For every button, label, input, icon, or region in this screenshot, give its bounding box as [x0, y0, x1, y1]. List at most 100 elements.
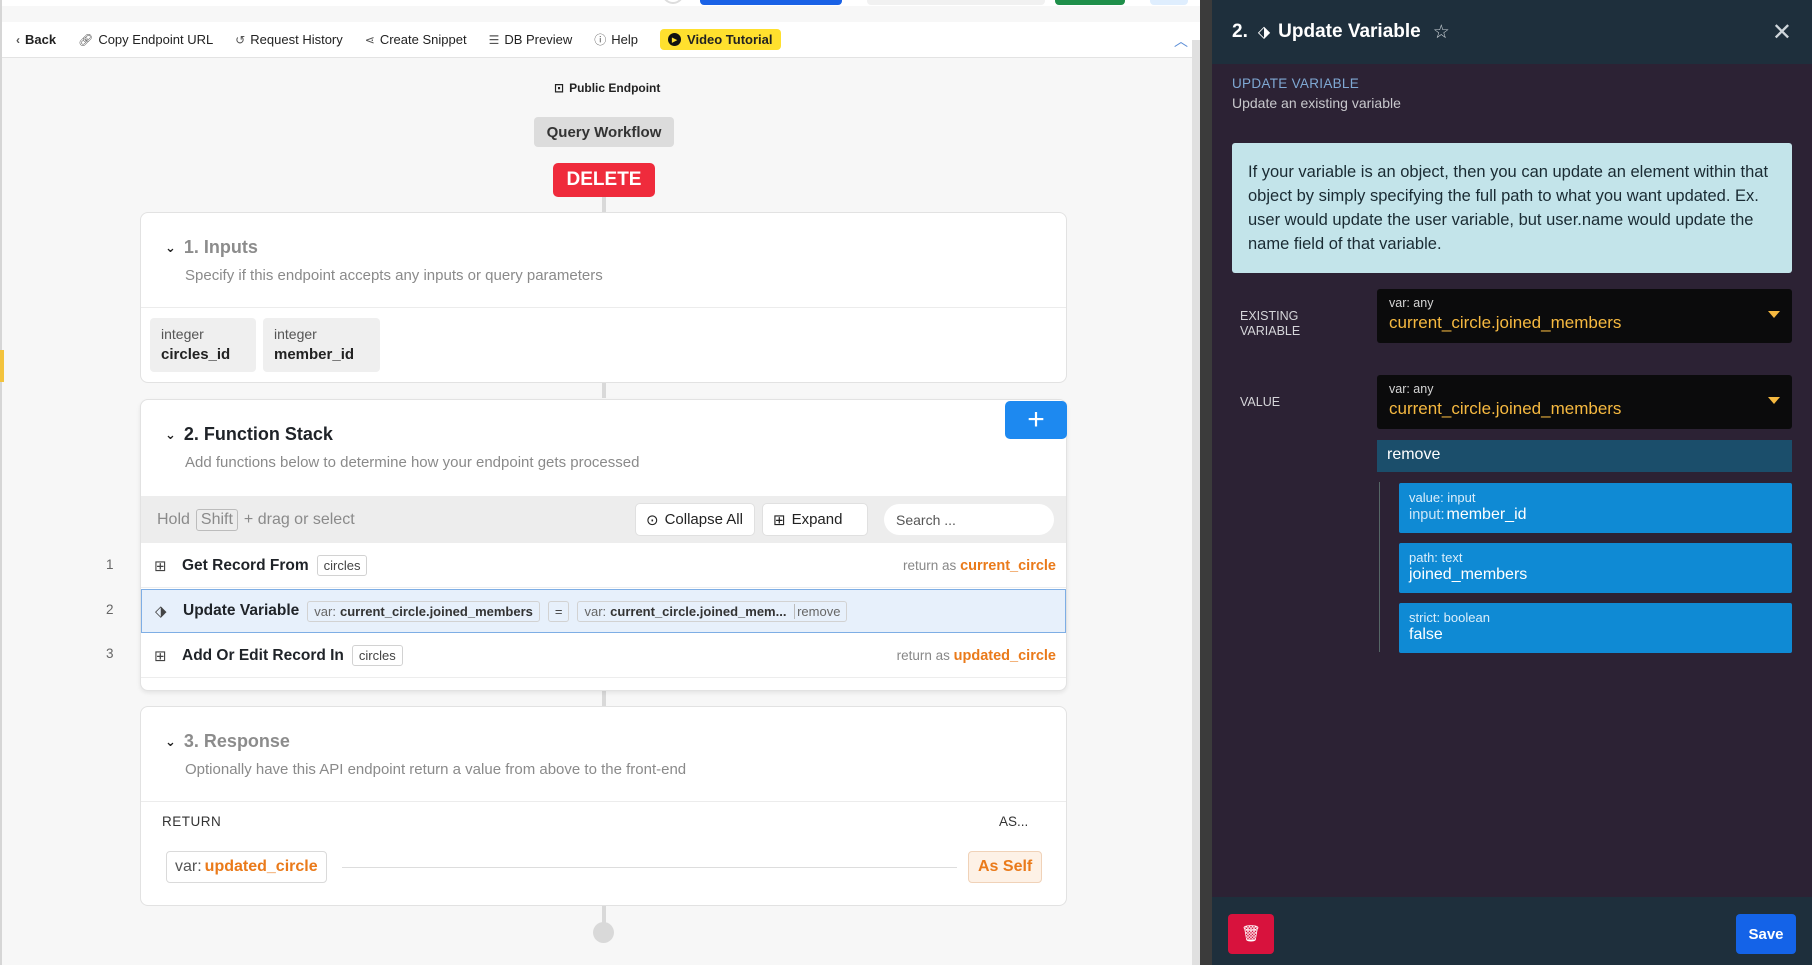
return-connector-line: [342, 867, 957, 868]
tag-icon: ⬗: [155, 603, 167, 620]
query-workflow-badge: Query Workflow: [534, 117, 674, 147]
flow-connector: [602, 197, 606, 213]
divider: [141, 801, 1066, 802]
trash-icon: 🗑︎: [1240, 926, 1262, 943]
chevron-left-icon: ‹: [16, 32, 20, 47]
return-label: RETURN: [162, 814, 222, 829]
http-method-badge: DELETE: [553, 163, 655, 197]
return-variable-chip[interactable]: var: updated_circle: [166, 851, 327, 883]
plus-icon: +: [1027, 403, 1045, 436]
section-title: UPDATE VARIABLE: [1232, 76, 1360, 91]
panel-footer: 🗑︎ Save: [1212, 897, 1812, 965]
row-number: 2: [106, 602, 114, 617]
panel-header: 2. ⬗ Update Variable ☆ ✕: [1212, 0, 1812, 64]
scrollbar[interactable]: [1192, 40, 1200, 965]
play-icon: ▶: [668, 33, 682, 46]
table-icon: ⊞: [154, 557, 167, 575]
flow-connector: [602, 382, 606, 398]
inputs-title[interactable]: ⌄ 1. Inputs: [165, 237, 258, 258]
filter-arg-value[interactable]: value: input input: member_id: [1399, 483, 1792, 533]
return-as-label: return as current_circle: [903, 557, 1056, 574]
as-label: AS...: [999, 814, 1029, 829]
collapse-all-button[interactable]: ⊙ Collapse All: [635, 503, 755, 536]
left-edge-marker: [0, 350, 4, 382]
endpoint-toolbar: ‹ Back 🔗︎ Copy Endpoint URL ↺ Request Hi…: [2, 22, 1202, 58]
panel-title: Update Variable: [1278, 21, 1421, 42]
public-endpoint-label: ⊡ Public Endpoint: [554, 81, 661, 95]
top-search-field[interactable]: [867, 0, 1045, 5]
top-extra-button[interactable]: [1150, 0, 1188, 5]
flow-end-dot: [593, 922, 614, 943]
filter-tag: remove: [794, 603, 841, 619]
history-icon: ↺: [235, 32, 246, 47]
inputs-subtitle: Specify if this endpoint accepts any inp…: [185, 267, 603, 284]
existing-variable-select[interactable]: var: any current_circle.joined_members: [1377, 289, 1792, 343]
function-stack-toolbar: Hold Shift + drag or select ⊙ Collapse A…: [141, 496, 1066, 543]
panel-divider[interactable]: [1200, 0, 1212, 965]
row-number: 1: [106, 557, 114, 572]
as-self-chip[interactable]: As Self: [968, 851, 1043, 883]
row-number: 3: [106, 646, 114, 661]
divider: [141, 307, 1066, 308]
return-as-label: return as updated_circle: [896, 647, 1056, 664]
table-tag: circles: [351, 645, 403, 666]
filter-arg-path[interactable]: path: text joined_members: [1399, 543, 1792, 593]
remove-filter[interactable]: remove: [1377, 440, 1792, 472]
expand-button[interactable]: ⊞ Expand: [762, 503, 868, 536]
add-function-button[interactable]: +: [1005, 401, 1067, 439]
chevron-down-icon: ⌄: [165, 239, 176, 255]
delete-function-button[interactable]: 🗑︎: [1228, 914, 1274, 954]
lhs-variable-tag: var: current_circle.joined_members: [307, 600, 540, 622]
response-title[interactable]: ⌄ 3. Response: [165, 731, 290, 752]
collapse-icon: ⊙: [646, 511, 659, 529]
equals-operator-tag: =: [547, 600, 570, 622]
endpoint-workspace: ‹ Back 🔗︎ Copy Endpoint URL ↺ Request Hi…: [0, 0, 1202, 965]
caret-down-icon: [1768, 311, 1780, 318]
db-preview-button[interactable]: ☰ DB Preview: [489, 32, 573, 47]
function-stack-title[interactable]: ⌄ 2. Function Stack: [165, 424, 333, 445]
value-label: VALUE: [1240, 395, 1281, 409]
chevron-up-icon[interactable]: ︿: [1174, 31, 1188, 51]
function-stack-subtitle: Add functions below to determine how you…: [185, 454, 640, 471]
back-button[interactable]: ‹ Back: [16, 32, 56, 47]
copy-endpoint-url-button[interactable]: 🔗︎ Copy Endpoint URL: [78, 32, 213, 47]
create-snippet-button[interactable]: ⋖ Create Snippet: [365, 32, 467, 47]
caret-down-icon: [1768, 397, 1780, 404]
star-icon[interactable]: ☆: [1433, 21, 1450, 44]
chevron-down-icon: ⌄: [165, 733, 176, 749]
chevron-down-icon: ⌄: [165, 426, 176, 442]
existing-variable-label: EXISTING VARIABLE: [1240, 309, 1301, 338]
expand-icon: ⊞: [773, 511, 786, 529]
top-primary-button[interactable]: [700, 0, 842, 5]
unlock-icon: ⊡: [554, 81, 565, 95]
request-history-button[interactable]: ↺ Request History: [235, 32, 343, 47]
top-publish-button[interactable]: [1055, 0, 1125, 5]
video-tutorial-button[interactable]: ▶ Video Tutorial: [660, 29, 781, 50]
top-strip-circle: [662, 0, 684, 4]
function-row-get-record[interactable]: ⊞ Get Record From circles return as curr…: [141, 544, 1066, 588]
value-variable-select[interactable]: var: any current_circle.joined_members: [1377, 375, 1792, 429]
tag-icon: ⬗: [1257, 24, 1271, 41]
help-button[interactable]: ⓘ Help: [594, 31, 638, 48]
filter-arg-strict[interactable]: strict: boolean false: [1399, 603, 1792, 653]
filter-args-guide: [1379, 482, 1380, 652]
share-icon: ⋖: [364, 32, 375, 47]
function-search-input[interactable]: Search ...: [884, 504, 1054, 535]
function-row-add-or-edit-record[interactable]: ⊞ Add Or Edit Record In circles return a…: [141, 634, 1066, 678]
shift-key-hint: Shift: [195, 508, 238, 531]
section-subtitle: Update an existing variable: [1232, 95, 1401, 111]
input-chip-member-id[interactable]: integer member_id: [263, 318, 380, 372]
table-tag: circles: [316, 555, 368, 576]
update-variable-panel: 2. ⬗ Update Variable ☆ ✕ UPDATE VARIABLE…: [1212, 0, 1812, 965]
info-icon: ⓘ: [594, 33, 607, 47]
close-icon[interactable]: ✕: [1772, 18, 1792, 47]
function-row-update-variable[interactable]: ⬗ Update Variable var: current_circle.joi…: [141, 589, 1066, 633]
table-icon: ⊞: [154, 647, 167, 665]
response-subtitle: Optionally have this API endpoint return…: [185, 761, 687, 778]
rhs-variable-tag: var: current_circle.joined_mem... remove: [577, 600, 848, 622]
save-button[interactable]: Save: [1736, 914, 1796, 954]
database-icon: ☰: [488, 32, 500, 47]
top-strip: [2, 0, 1202, 6]
input-chip-circles-id[interactable]: integer circles_id: [150, 318, 256, 372]
flow-connector: [602, 690, 606, 706]
